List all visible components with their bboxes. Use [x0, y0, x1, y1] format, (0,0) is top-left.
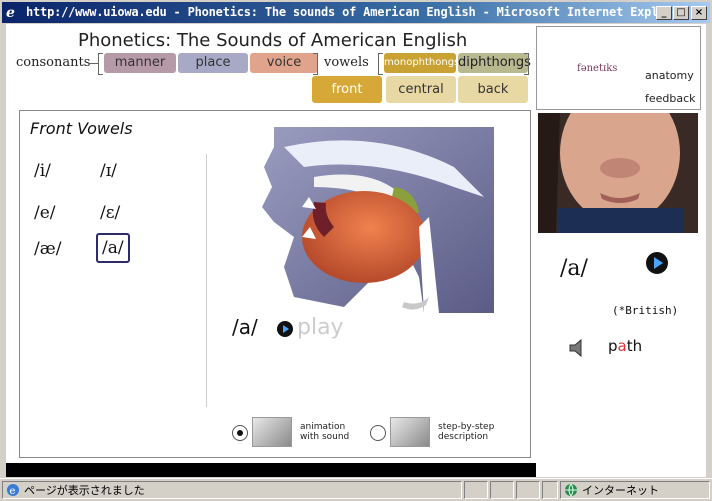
vocal-tract-diagram: [262, 127, 494, 313]
example-word: path: [608, 337, 643, 355]
vowel-e[interactable]: /e/: [34, 203, 56, 223]
vowel-small-i[interactable]: /ɪ/: [100, 161, 117, 181]
consonants-label: consonants: [16, 55, 91, 70]
tab-monophthongs[interactable]: monophthongs: [384, 53, 459, 73]
animation-label: animation with sound: [300, 422, 350, 442]
play-icon[interactable]: [277, 321, 293, 337]
status-cell: [516, 481, 540, 499]
divider: [206, 154, 207, 407]
status-bar: e ページが表示されました インターネット: [0, 478, 712, 501]
tab-back[interactable]: back: [458, 76, 528, 103]
animation-radio[interactable]: [232, 425, 248, 441]
globe-icon: [565, 483, 577, 497]
vowel-panel: Front Vowels /i/ /ɪ/ /e/ /ɛ/ /æ/ /a/ /a/…: [19, 110, 531, 458]
page-content: Phonetics: The Sounds of American Englis…: [6, 24, 706, 477]
play-icon[interactable]: [646, 252, 668, 274]
nav-bracket: [313, 53, 318, 75]
vowel-epsilon[interactable]: /ɛ/: [100, 203, 120, 223]
vowel-a-selected[interactable]: /a/: [96, 233, 130, 263]
browser-window: e http://www.uiowa.edu - Phonetics: The …: [0, 0, 712, 501]
play-symbol: /a/: [232, 315, 258, 339]
vowel-ae[interactable]: /æ/: [34, 239, 61, 259]
site-logo: fənetɪks: [577, 63, 618, 74]
tab-central[interactable]: central: [386, 76, 456, 103]
stepbystep-radio[interactable]: [370, 425, 386, 441]
stepbystep-thumbnail-icon[interactable]: [390, 417, 430, 447]
nav-bracket: [524, 53, 529, 75]
main-panel: Phonetics: The Sounds of American Englis…: [6, 24, 536, 463]
zone-text: インターネット: [582, 484, 659, 497]
svg-text:e: e: [10, 486, 16, 497]
minimize-button[interactable]: _: [656, 6, 672, 20]
vowels-label: vowels: [324, 55, 369, 70]
stepbystep-label: step-by-step description: [438, 422, 495, 442]
nav-bracket: [378, 53, 383, 75]
window-title: http://www.uiowa.edu - Phonetics: The so…: [26, 5, 687, 19]
tab-voice[interactable]: voice: [250, 53, 318, 73]
ie-icon: e: [6, 5, 15, 21]
status-cell: [464, 481, 488, 499]
play-button[interactable]: play: [297, 315, 344, 340]
anatomy-link[interactable]: anatomy: [645, 69, 694, 82]
status-text: ページが表示されました: [24, 484, 145, 497]
animation-thumbnail-icon[interactable]: [252, 417, 292, 447]
feedback-link[interactable]: feedback: [645, 92, 696, 105]
page-icon: e: [7, 484, 19, 497]
tab-manner[interactable]: manner: [104, 53, 176, 73]
maximize-button[interactable]: □: [673, 6, 689, 20]
tab-front[interactable]: front: [312, 76, 382, 103]
tab-diphthongs[interactable]: diphthongs: [458, 53, 531, 73]
british-note: (*British): [612, 304, 679, 317]
side-panel: fənetɪks anatomy feedback /a/ (*British): [536, 24, 706, 477]
section-title: Front Vowels: [30, 119, 133, 138]
title-bar: e http://www.uiowa.edu - Phonetics: The …: [2, 2, 710, 23]
close-button[interactable]: ×: [691, 6, 707, 20]
status-cell: [542, 481, 558, 499]
nav-bracket: [98, 53, 103, 75]
speaker-video: [538, 113, 698, 233]
speaker-icon[interactable]: [568, 338, 586, 358]
tab-place[interactable]: place: [178, 53, 248, 73]
vowel-i[interactable]: /i/: [34, 161, 51, 181]
nav-connector: [88, 63, 98, 64]
current-symbol: /a/: [560, 256, 588, 281]
page-title: Phonetics: The Sounds of American Englis…: [78, 30, 468, 51]
logo-box: fənetɪks anatomy feedback: [536, 26, 701, 110]
status-cell: [490, 481, 514, 499]
